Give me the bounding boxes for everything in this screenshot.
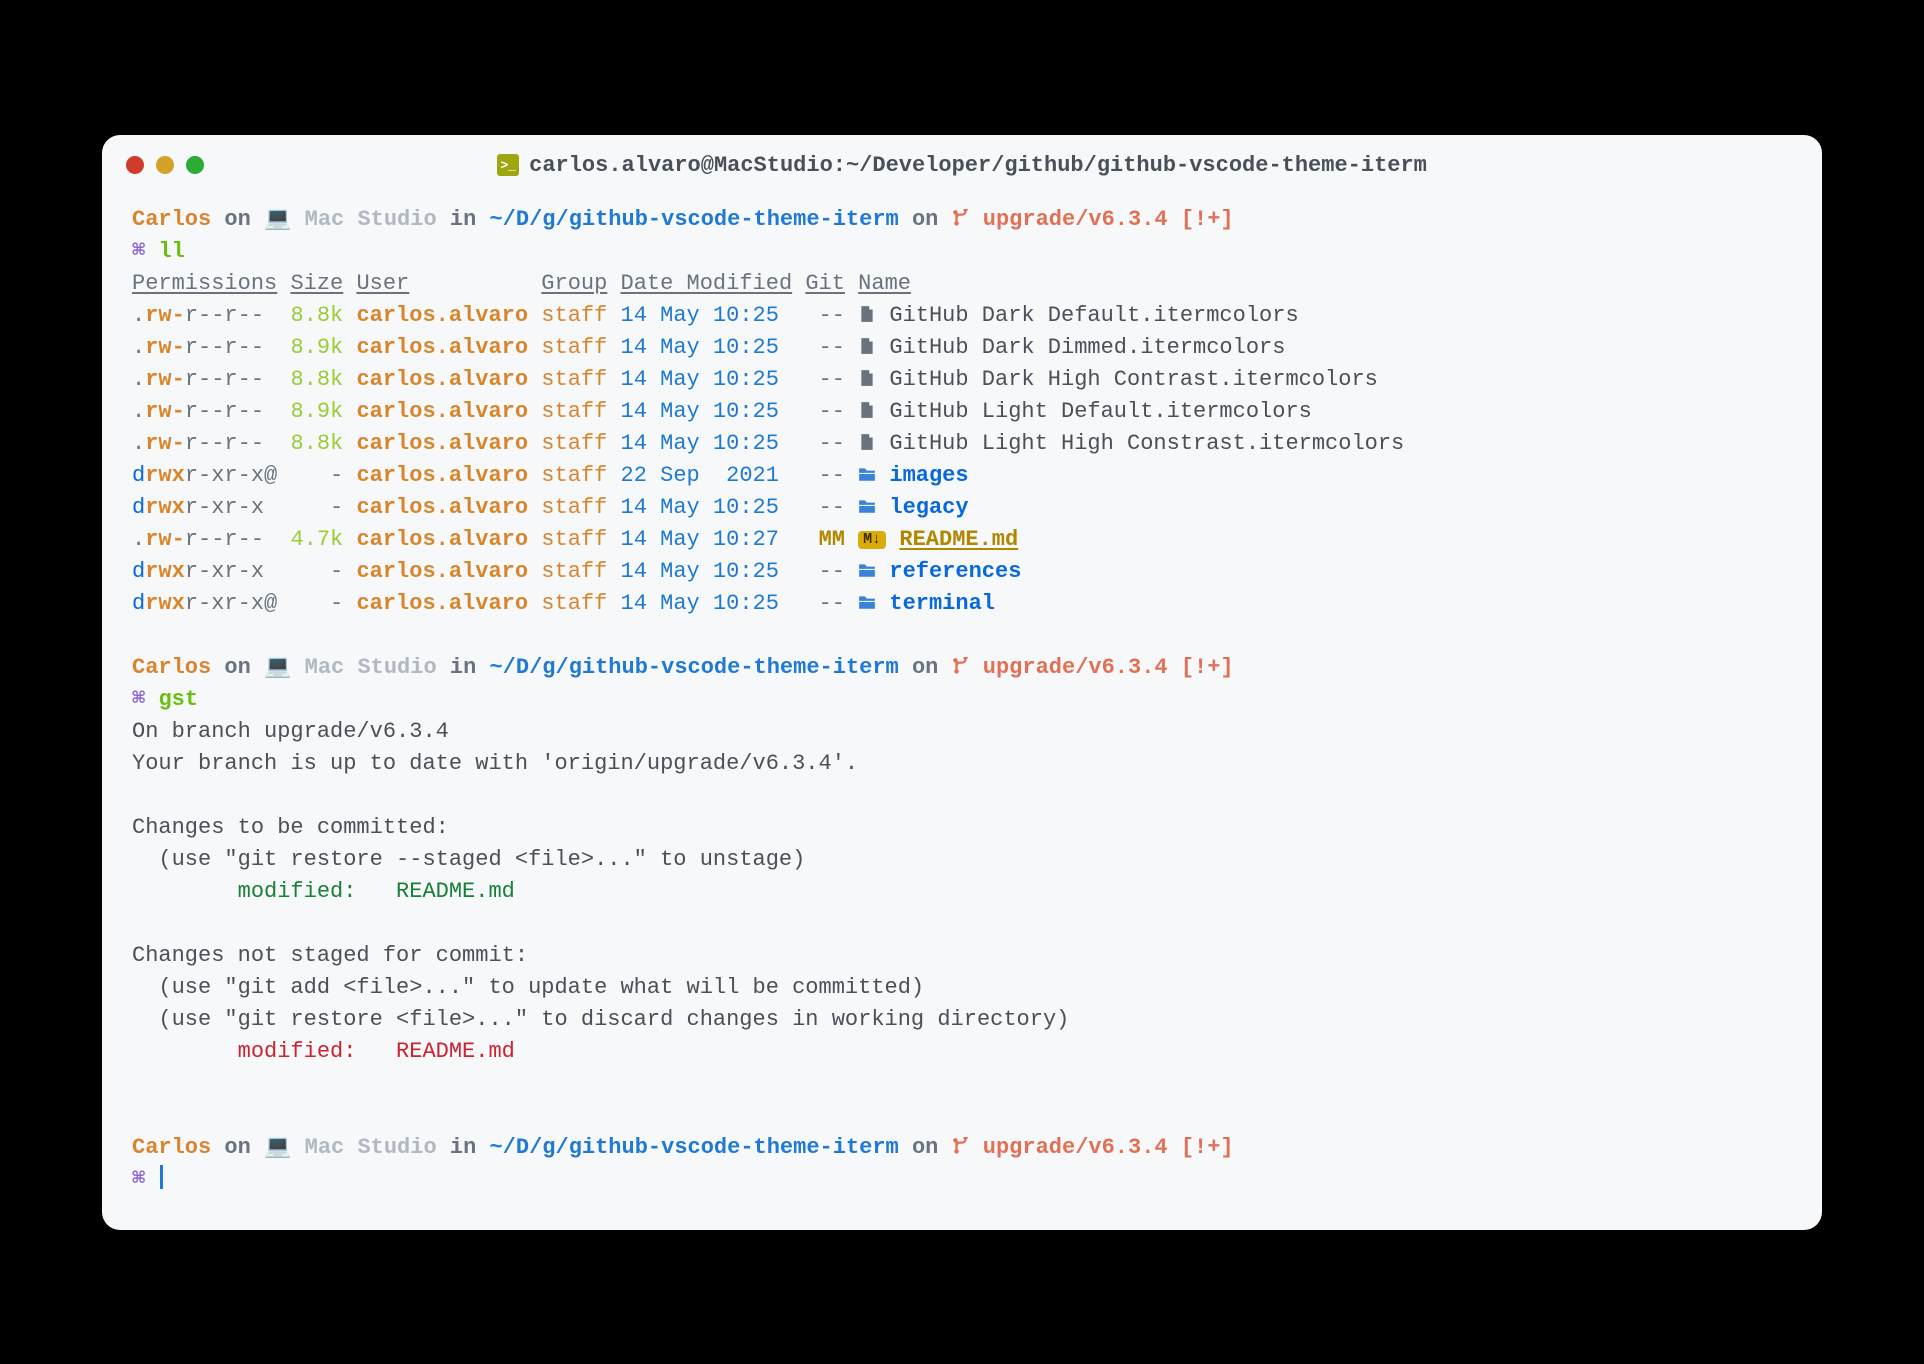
cursor — [160, 1165, 163, 1189]
file-icon — [858, 303, 876, 328]
folder-icon — [858, 591, 876, 616]
traffic-lights — [126, 156, 204, 174]
laptop-icon: 💻 — [264, 207, 305, 232]
terminal-window: >_ carlos.alvaro@MacStudio:~/Developer/g… — [102, 135, 1822, 1230]
table-row: drwxr-xr-x - carlos.alvaro staff 14 May … — [132, 556, 1792, 588]
table-row: drwxr-xr-x@ - carlos.alvaro staff 22 Sep… — [132, 460, 1792, 492]
prompt-line: Carlos on 💻 Mac Studio in ~/D/g/github-v… — [132, 1132, 1792, 1164]
file-icon — [858, 431, 876, 456]
gst-output: Changes to be committed: — [132, 812, 1792, 844]
file-icon — [858, 367, 876, 392]
gst-staged: modified: README.md — [132, 876, 1792, 908]
file-name: GitHub Light Default.itermcolors — [889, 399, 1311, 424]
folder-icon — [858, 559, 876, 584]
table-row: .rw-r--r-- 4.7k carlos.alvaro staff 14 M… — [132, 524, 1792, 556]
command-gst: gst — [158, 687, 198, 712]
prompt-line: Carlos on 💻 Mac Studio in ~/D/g/github-v… — [132, 204, 1792, 236]
laptop-icon: 💻 — [264, 1135, 305, 1160]
file-icon — [858, 335, 876, 360]
file-name: GitHub Dark Dimmed.itermcolors — [889, 335, 1285, 360]
terminal-body[interactable]: Carlos on 💻 Mac Studio in ~/D/g/github-v… — [102, 186, 1822, 1230]
command-line: ⌘ ll — [132, 236, 1792, 268]
minimize-button[interactable] — [156, 156, 174, 174]
gst-output: Your branch is up to date with 'origin/u… — [132, 748, 1792, 780]
markdown-icon: M↓ — [858, 531, 886, 549]
file-name: references — [889, 559, 1021, 584]
file-name: GitHub Dark High Contrast.itermcolors — [889, 367, 1377, 392]
file-name: images — [889, 463, 968, 488]
file-name: terminal — [889, 591, 995, 616]
titlebar: >_ carlos.alvaro@MacStudio:~/Developer/g… — [102, 135, 1822, 186]
git-branch-icon — [952, 655, 983, 680]
command-line: ⌘ gst — [132, 684, 1792, 716]
table-row: .rw-r--r-- 8.8k carlos.alvaro staff 14 M… — [132, 428, 1792, 460]
gst-output: (use "git restore --staged <file>..." to… — [132, 844, 1792, 876]
file-name: GitHub Light High Constrast.itermcolors — [889, 431, 1404, 456]
table-row: .rw-r--r-- 8.8k carlos.alvaro staff 14 M… — [132, 364, 1792, 396]
laptop-icon: 💻 — [264, 655, 305, 680]
file-name: GitHub Dark Default.itermcolors — [889, 303, 1298, 328]
gst-output: Changes not staged for commit: — [132, 940, 1792, 972]
table-row: .rw-r--r-- 8.9k carlos.alvaro staff 14 M… — [132, 396, 1792, 428]
table-row: .rw-r--r-- 8.9k carlos.alvaro staff 14 M… — [132, 332, 1792, 364]
gst-output: (use "git restore <file>..." to discard … — [132, 1004, 1792, 1036]
file-name: legacy — [889, 495, 968, 520]
window-title: carlos.alvaro@MacStudio:~/Developer/gith… — [529, 153, 1427, 178]
git-branch-icon — [952, 1135, 983, 1160]
table-row: .rw-r--r-- 8.8k carlos.alvaro staff 14 M… — [132, 300, 1792, 332]
gst-output: (use "git add <file>..." to update what … — [132, 972, 1792, 1004]
prompt-line: Carlos on 💻 Mac Studio in ~/D/g/github-v… — [132, 652, 1792, 684]
git-branch-icon — [952, 207, 983, 232]
terminal-icon: >_ — [497, 154, 519, 176]
table-row: drwxr-xr-x - carlos.alvaro staff 14 May … — [132, 492, 1792, 524]
folder-icon — [858, 495, 876, 520]
file-icon — [858, 399, 876, 424]
ls-rows: .rw-r--r-- 8.8k carlos.alvaro staff 14 M… — [132, 300, 1792, 620]
gst-output: On branch upgrade/v6.3.4 — [132, 716, 1792, 748]
close-button[interactable] — [126, 156, 144, 174]
ls-header: Permissions Size User Group Date Modifie… — [132, 268, 1792, 300]
command-ll: ll — [158, 239, 184, 264]
file-name: README.md — [899, 527, 1018, 552]
prompt-input[interactable]: ⌘ — [132, 1164, 1792, 1196]
zoom-button[interactable] — [186, 156, 204, 174]
folder-icon — [858, 463, 876, 488]
gst-unstaged: modified: README.md — [132, 1036, 1792, 1068]
table-row: drwxr-xr-x@ - carlos.alvaro staff 14 May… — [132, 588, 1792, 620]
